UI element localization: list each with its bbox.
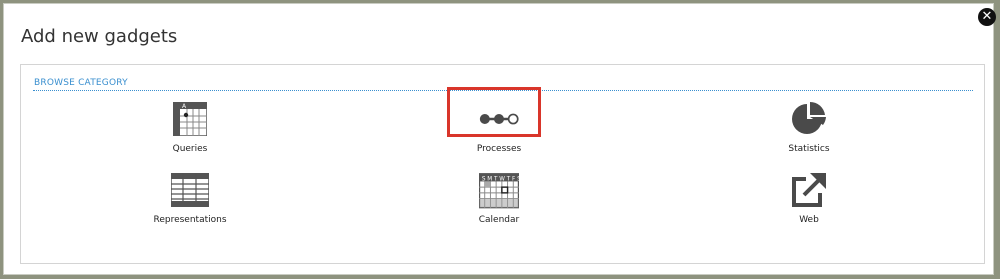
section-label: BROWSE CATEGORY — [34, 78, 128, 88]
category-label: Queries — [172, 144, 208, 154]
category-representations[interactable]: Representations — [120, 172, 260, 232]
process-steps-icon — [479, 101, 519, 137]
table-icon — [170, 172, 210, 208]
category-label: Processes — [476, 144, 522, 154]
external-link-icon — [789, 172, 829, 208]
pie-chart-icon — [789, 101, 829, 137]
close-icon[interactable]: ✕ — [978, 8, 996, 26]
queries-grid-icon: A — [170, 101, 210, 137]
category-label: Web — [799, 215, 819, 225]
category-processes[interactable]: Processes — [429, 101, 569, 161]
category-label: Calendar — [478, 215, 520, 225]
category-calendar[interactable]: S M T W T F S Calendar — [429, 172, 569, 232]
dialog-title: Add new gadgets — [21, 26, 178, 47]
category-label: Representations — [153, 215, 227, 225]
add-gadgets-dialog: ✕ Add new gadgets BROWSE CATEGORY A Quer… — [3, 3, 996, 275]
browse-category-panel: BROWSE CATEGORY A Queries Processes Stat… — [20, 64, 985, 264]
category-queries[interactable]: A Queries — [120, 101, 260, 161]
calendar-icon: S M T W T F S — [479, 172, 519, 209]
category-web[interactable]: Web — [739, 172, 879, 232]
category-label: Statistics — [788, 144, 830, 154]
section-divider — [33, 90, 973, 91]
category-statistics[interactable]: Statistics — [739, 101, 879, 161]
